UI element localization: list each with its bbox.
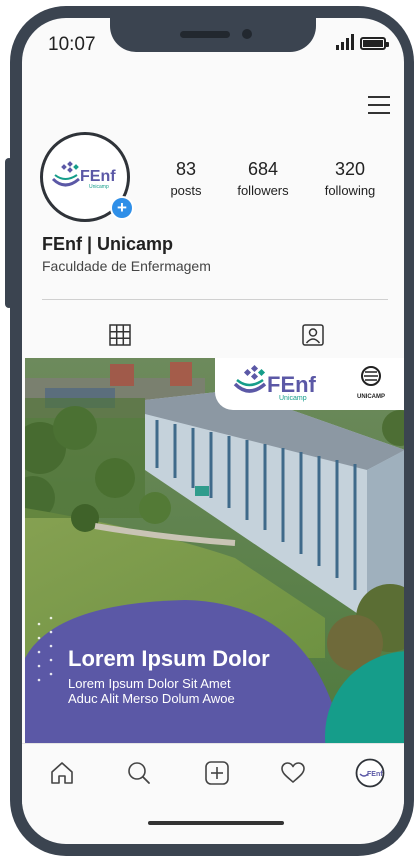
profile-name: FEnf | Unicamp <box>42 234 174 254</box>
stat-following[interactable]: 320 following <box>319 159 381 198</box>
stat-followers-label: followers <box>237 183 289 198</box>
phone-screen: 10:07 FEnf Unicamp + 83 posts 684 follow… <box>22 18 404 844</box>
stat-posts-label: posts <box>170 183 202 198</box>
stat-following-value: 320 <box>334 159 366 179</box>
notch-camera <box>242 29 252 39</box>
tagged-tab-icon[interactable] <box>302 324 324 346</box>
stat-posts-value: 83 <box>175 159 197 179</box>
post-logo-card: FEnf Unicamp UNICAMP <box>215 358 404 410</box>
notch-speaker <box>180 31 230 38</box>
status-icons <box>336 34 389 50</box>
post-subline-1: Lorem Ipsum Dolor Sit Amet <box>68 676 231 691</box>
stat-followers[interactable]: 684 followers <box>232 159 294 198</box>
signal-icon <box>336 34 354 50</box>
avatar-logo-text: FEnf <box>80 168 116 185</box>
stat-followers-value: 684 <box>247 159 279 179</box>
post-partner-text: UNICAMP <box>357 394 385 400</box>
profile-divider <box>42 299 388 300</box>
post-logo-text: FEnf <box>267 372 317 397</box>
post-logo-icons: FEnf Unicamp UNICAMP <box>233 364 385 402</box>
post-headline: Lorem Ipsum Dolor <box>68 646 270 671</box>
post-logo-subtext: Unicamp <box>279 395 307 402</box>
home-indicator[interactable] <box>148 821 284 825</box>
add-story-plus-icon[interactable]: + <box>110 196 134 220</box>
stat-following-label: following <box>324 183 376 198</box>
nav-profile-logo-text: FEnf <box>367 771 383 778</box>
profile-nav-avatar-icon[interactable]: FEnf <box>355 758 385 788</box>
grid-tab-icon[interactable] <box>109 324 131 346</box>
new-post-icon[interactable] <box>204 760 230 786</box>
profile-bio: Faculdade de Enfermagem <box>42 258 211 274</box>
post-subline-2: Aduc Alit Merso Dolum Awoe <box>68 691 235 706</box>
stat-posts[interactable]: 83 posts <box>162 159 210 198</box>
battery-icon <box>360 37 389 50</box>
status-time: 10:07 <box>48 34 96 55</box>
bottom-navbar: FEnf <box>22 743 404 804</box>
search-icon[interactable] <box>126 760 152 786</box>
avatar-logo-subtext: Unicamp <box>89 184 109 190</box>
hamburger-menu-icon[interactable] <box>368 96 390 114</box>
heart-icon[interactable] <box>280 760 306 786</box>
post-image[interactable]: FEnf Unicamp UNICAMP Lorem Ipsum Dolor L… <box>25 358 404 743</box>
home-icon[interactable] <box>49 760 75 786</box>
phone-notch <box>110 18 316 52</box>
